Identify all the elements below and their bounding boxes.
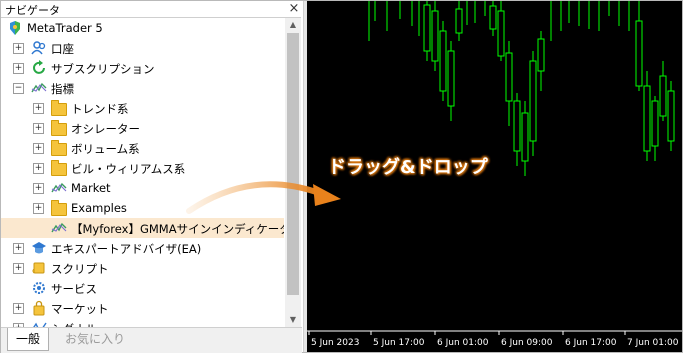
drag-drop-caption: ドラッグ&ドロップ [328,157,488,178]
app-window: ナビゲータ × MetaTrader 5 + 口座 + サブスクリプション − 指標 + トレン… [0,0,683,353]
